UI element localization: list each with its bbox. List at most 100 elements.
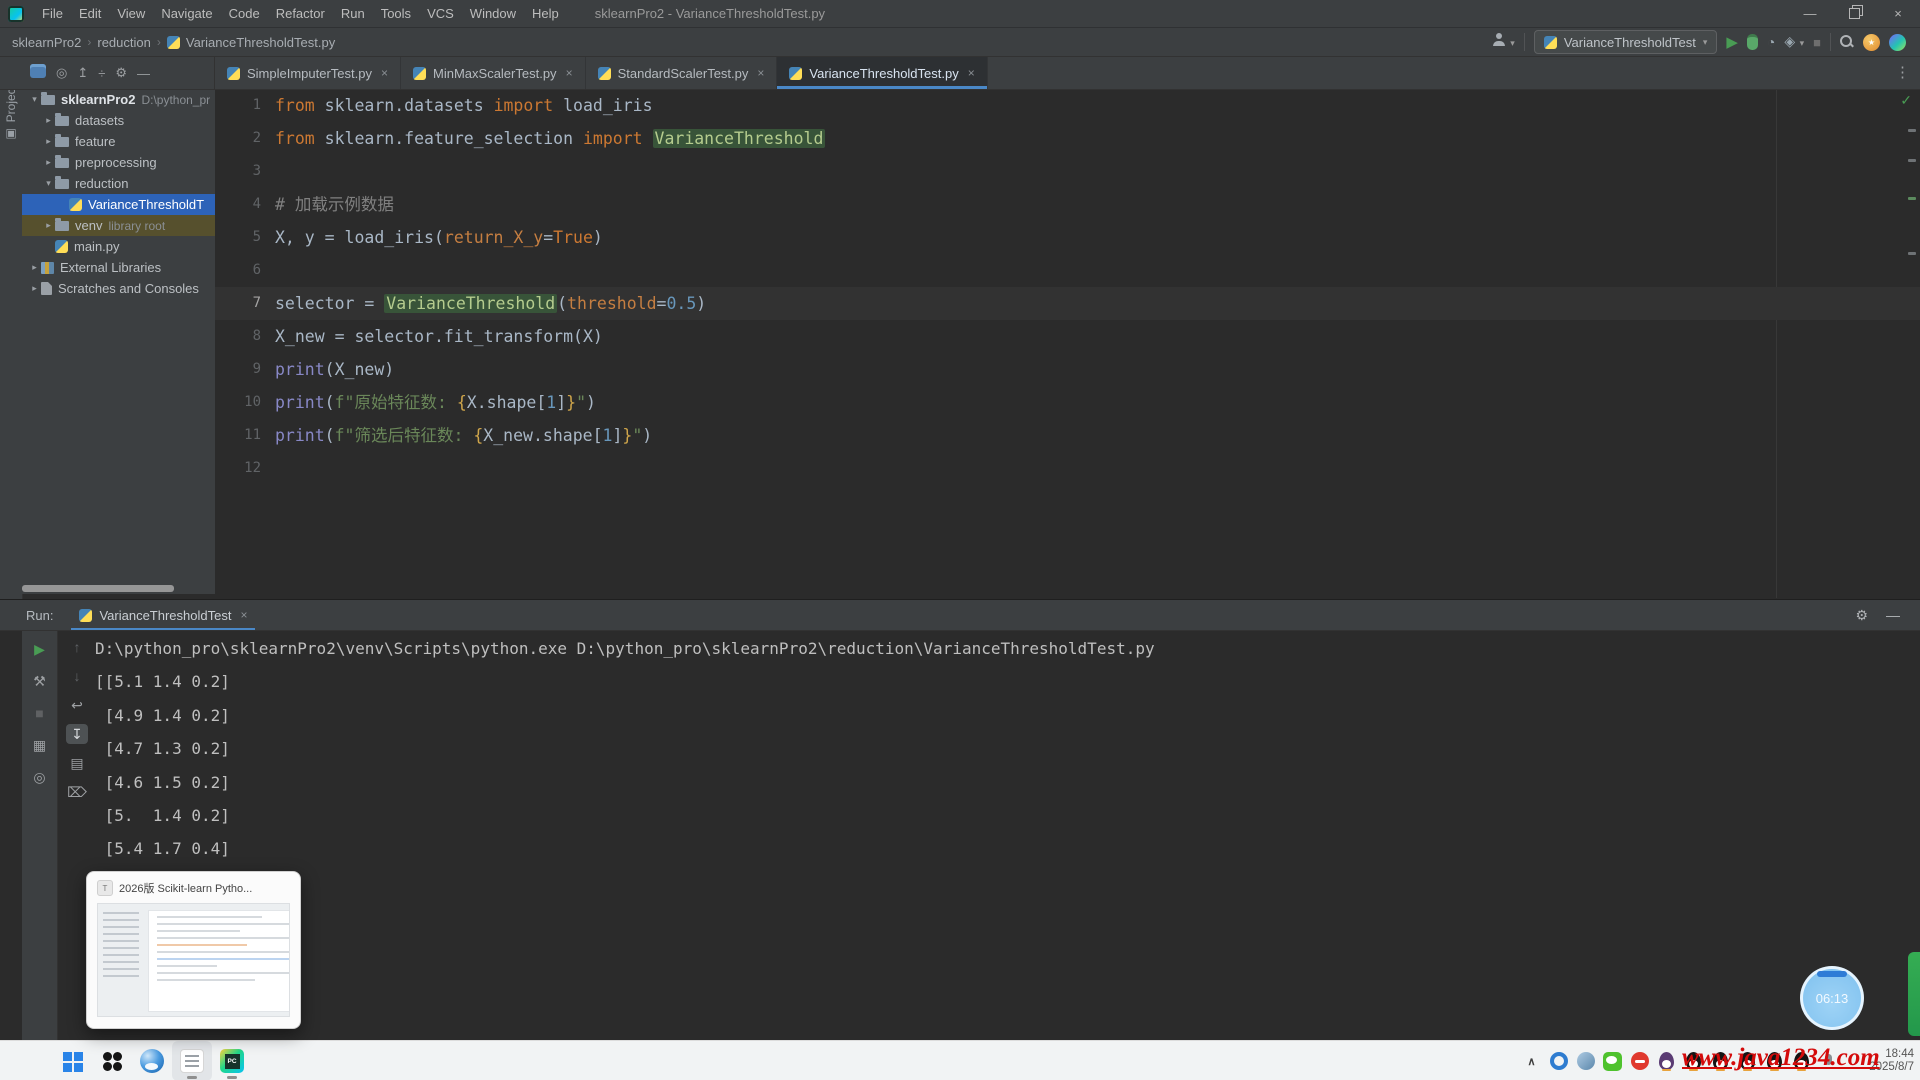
code-line-7[interactable]: 7selector = VarianceThreshold(threshold=… (215, 287, 1920, 320)
menu-run[interactable]: Run (333, 6, 373, 21)
code-line-9[interactable]: 9print(X_new) (215, 353, 1920, 386)
tree-item-datasets[interactable]: ▸datasets (22, 110, 215, 131)
edge-widget[interactable] (1908, 952, 1920, 1036)
menu-help[interactable]: Help (524, 6, 567, 21)
console-output[interactable]: D:\python_pro\sklearnPro2\venv\Scripts\p… (95, 630, 1920, 1041)
print-button[interactable]: ▤ (66, 753, 88, 773)
tab-minmaxscalertest-py[interactable]: MinMaxScalerTest.py× (401, 57, 586, 89)
tree-item-preprocessing[interactable]: ▸preprocessing (22, 152, 215, 173)
code-line-8[interactable]: 8X_new = selector.fit_transform(X) (215, 320, 1920, 353)
pin-button[interactable]: ◎ (29, 767, 51, 787)
stop-button[interactable]: ■ (29, 703, 51, 723)
tray-swirl-tray-icon[interactable] (1572, 1041, 1599, 1080)
tree-item-sklearnpro2[interactable]: ▾sklearnPro2D:\python_pr (22, 89, 215, 110)
debug-button[interactable] (1747, 34, 1758, 50)
tree-item-scratches-and-consoles[interactable]: ▸Scratches and Consoles (22, 278, 215, 299)
preview-thumbnail[interactable] (97, 903, 290, 1017)
layout-button[interactable]: ▦ (29, 735, 51, 755)
red-app-tray-icon[interactable] (1626, 1041, 1653, 1080)
stop-button[interactable]: ■ (1813, 36, 1821, 49)
tree-item-external-libraries[interactable]: ▸External Libraries (22, 257, 215, 278)
select-opened-file-button[interactable]: ◎ (56, 65, 67, 81)
project-scrollbar[interactable] (22, 585, 174, 592)
tree-item-venv[interactable]: ▸venvlibrary root (22, 215, 215, 236)
windows-start-taskbar-button[interactable] (52, 1041, 92, 1080)
tree-arrow-icon[interactable]: ▸ (28, 262, 41, 273)
menu-file[interactable]: File (34, 6, 71, 21)
browser-app-taskbar-button[interactable] (132, 1041, 172, 1080)
close-button[interactable]: × (1876, 0, 1920, 27)
pycharm-taskbar-button[interactable]: PC (212, 1041, 252, 1080)
pinwheel-app-taskbar-button[interactable] (92, 1041, 132, 1080)
tab-simpleimputertest-py[interactable]: SimpleImputerTest.py× (215, 57, 401, 89)
ai-assistant-icon[interactable] (1889, 34, 1906, 51)
tree-arrow-icon[interactable]: ▸ (42, 157, 55, 168)
qq-1-tray-icon[interactable] (1653, 1041, 1680, 1080)
menu-view[interactable]: View (109, 6, 153, 21)
close-icon[interactable]: × (381, 66, 388, 80)
run-settings-gear-icon[interactable]: ⚙ (1855, 607, 1868, 624)
profiler-button[interactable]: ◔ (1767, 35, 1775, 49)
code-line-5[interactable]: 5X, y = load_iris(return_X_y=True) (215, 221, 1920, 254)
coverage-button[interactable]: ◈ ▾ (1784, 33, 1804, 51)
tree-item-variancethresholdt[interactable]: VarianceThresholdT (22, 194, 215, 215)
code-line-3[interactable]: 3 (215, 155, 1920, 188)
wechat-tray-icon[interactable] (1599, 1041, 1626, 1080)
close-icon[interactable]: × (240, 608, 247, 622)
close-icon[interactable]: × (968, 66, 975, 80)
breadcrumb-item[interactable]: VarianceThresholdTest.py (186, 35, 335, 50)
gear-icon[interactable]: ⚙ (115, 65, 127, 81)
rerun-button[interactable]: ▶ (29, 639, 51, 659)
collapse-all-button[interactable]: ↥ (77, 65, 88, 81)
code-line-4[interactable]: 4# 加载示例数据 (215, 188, 1920, 221)
close-icon[interactable]: × (566, 66, 573, 80)
taskbar-preview-popup[interactable]: T 2026版 Scikit-learn Pytho... (86, 871, 301, 1029)
wrap-button[interactable]: ↩ (66, 695, 88, 715)
run-config-selector[interactable]: VarianceThresholdTest ▾ (1534, 30, 1718, 54)
breadcrumb-item[interactable]: reduction (97, 35, 150, 50)
hide-panel-button[interactable]: — (137, 66, 150, 81)
code-line-2[interactable]: 2from sklearn.feature_selection import V… (215, 122, 1920, 155)
expand-all-button[interactable]: ÷ (98, 66, 105, 81)
menu-code[interactable]: Code (221, 6, 268, 21)
more-tabs-icon[interactable]: ⋮ (1895, 63, 1910, 81)
up-button[interactable]: ↑ (66, 637, 88, 657)
recorder-timer-bubble[interactable]: 06:13 (1800, 966, 1864, 1030)
tray-expand-tray-icon[interactable]: ∧ (1518, 1041, 1545, 1080)
menu-vcs[interactable]: VCS (419, 6, 462, 21)
run-button[interactable]: ▶ (1726, 35, 1738, 50)
code-line-11[interactable]: 11print(f"筛选后特征数: {X_new.shape[1]}") (215, 419, 1920, 452)
tree-arrow-icon[interactable]: ▾ (28, 94, 41, 105)
tree-arrow-icon[interactable]: ▸ (28, 283, 41, 294)
minimize-button[interactable]: — (1788, 0, 1832, 27)
tree-item-feature[interactable]: ▸feature (22, 131, 215, 152)
code-with-me-button[interactable]: ▾ (1492, 33, 1515, 51)
hide-run-panel-button[interactable]: — (1886, 607, 1900, 624)
wrench-button[interactable]: ⚒ (29, 671, 51, 691)
code-line-10[interactable]: 10print(f"原始特征数: {X.shape[1]}") (215, 386, 1920, 419)
restore-button[interactable] (1832, 0, 1876, 27)
run-tab[interactable]: VarianceThresholdTest × (71, 600, 255, 630)
code-editor[interactable]: ✓ 1from sklearn.datasets import load_iri… (215, 89, 1920, 598)
document-app-taskbar-button[interactable] (172, 1041, 212, 1080)
notifications-icon[interactable]: ★ (1863, 34, 1880, 51)
search-everywhere-icon[interactable] (1840, 35, 1854, 49)
breadcrumb-item[interactable]: sklearnPro2 (12, 35, 81, 50)
tree-arrow-icon[interactable]: ▸ (42, 115, 55, 126)
end-button[interactable]: ↧ (66, 724, 88, 744)
tab-variancethresholdtest-py[interactable]: VarianceThresholdTest.py× (777, 57, 987, 89)
close-icon[interactable]: × (757, 66, 764, 80)
clear-button[interactable]: ⌦ (66, 782, 88, 802)
project-view-selector[interactable] (30, 64, 46, 83)
menu-window[interactable]: Window (462, 6, 524, 21)
code-line-1[interactable]: 1from sklearn.datasets import load_iris (215, 89, 1920, 122)
tree-arrow-icon[interactable]: ▾ (42, 178, 55, 189)
tree-arrow-icon[interactable]: ▸ (42, 136, 55, 147)
tree-item-reduction[interactable]: ▾reduction (22, 173, 215, 194)
tree-arrow-icon[interactable]: ▸ (42, 220, 55, 231)
down-button[interactable]: ↓ (66, 666, 88, 686)
menu-navigate[interactable]: Navigate (153, 6, 220, 21)
menu-refactor[interactable]: Refactor (268, 6, 333, 21)
tray-ring-tray-icon[interactable] (1545, 1041, 1572, 1080)
tab-standardscalertest-py[interactable]: StandardScalerTest.py× (586, 57, 778, 89)
